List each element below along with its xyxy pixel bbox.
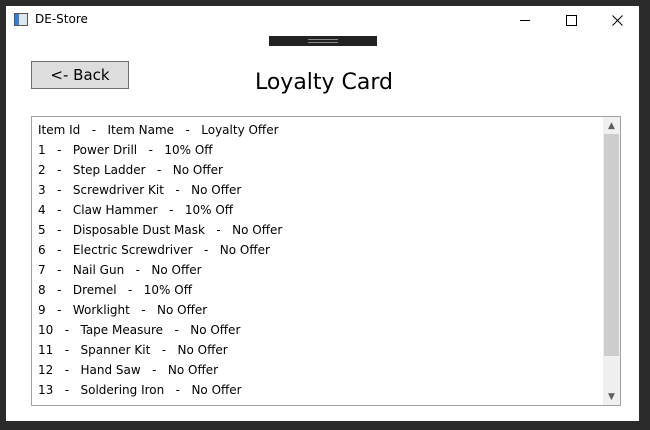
list-item[interactable]: 10 - Tape Measure - No Offer — [38, 320, 598, 340]
list-item[interactable]: 7 - Nail Gun - No Offer — [38, 260, 598, 280]
page-title: Loyalty Card — [254, 70, 394, 95]
list-item[interactable]: 1 - Power Drill - 10% Off — [38, 140, 598, 160]
minimize-icon — [520, 19, 530, 21]
app-icon — [14, 13, 28, 26]
list-item[interactable]: 3 - Screwdriver Kit - No Offer — [38, 180, 598, 200]
vertical-scrollbar[interactable]: ▲ ▼ — [603, 117, 620, 405]
list-rows: Item Id - Item Name - Loyalty Offer 1 - … — [38, 120, 598, 400]
debug-toolbar-handle[interactable] — [269, 36, 377, 46]
list-item[interactable]: 4 - Claw Hammer - 10% Off — [38, 200, 598, 220]
list-item[interactable]: 6 - Electric Screwdriver - No Offer — [38, 240, 598, 260]
grip-icon — [308, 39, 338, 43]
maximize-icon — [565, 14, 577, 26]
list-item[interactable]: 13 - Soldering Iron - No Offer — [38, 380, 598, 400]
list-item[interactable]: 2 - Step Ladder - No Offer — [38, 160, 598, 180]
list-item[interactable]: 5 - Disposable Dust Mask - No Offer — [38, 220, 598, 240]
scroll-up-arrow-icon[interactable]: ▲ — [603, 117, 620, 134]
loyalty-list[interactable]: Item Id - Item Name - Loyalty Offer 1 - … — [31, 116, 621, 406]
list-header[interactable]: Item Id - Item Name - Loyalty Offer — [38, 120, 598, 140]
close-button[interactable] — [594, 6, 639, 34]
back-button[interactable]: <- Back — [31, 61, 129, 89]
list-item[interactable]: 8 - Dremel - 10% Off — [38, 280, 598, 300]
list-item[interactable]: 12 - Hand Saw - No Offer — [38, 360, 598, 380]
window-title: DE-Store — [35, 12, 88, 26]
close-icon — [611, 14, 623, 26]
scrollbar-thumb[interactable] — [604, 134, 619, 356]
scroll-down-arrow-icon[interactable]: ▼ — [603, 388, 620, 405]
list-item[interactable]: 9 - Worklight - No Offer — [38, 300, 598, 320]
app-window: DE-Store <- Back Loyalty Card Item Id - … — [6, 6, 639, 421]
title-bar[interactable]: DE-Store — [6, 6, 639, 34]
minimize-button[interactable] — [502, 6, 548, 34]
list-item[interactable]: 11 - Spanner Kit - No Offer — [38, 340, 598, 360]
maximize-button[interactable] — [548, 6, 594, 34]
